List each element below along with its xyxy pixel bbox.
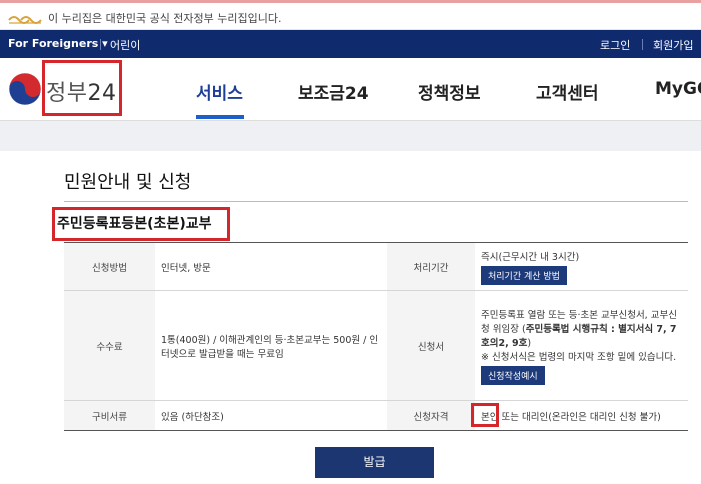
active-tab-indicator (196, 115, 244, 119)
docs-value: 있음 (하단참조) (155, 400, 387, 431)
for-foreigners-dropdown[interactable]: For Foreigners ▾ (8, 37, 108, 50)
nav-subsidy24[interactable]: 보조금24 (298, 79, 369, 104)
period-label: 처리기간 (387, 242, 475, 291)
taegeuk-emblem-icon (8, 72, 42, 110)
form-example-button[interactable]: 신청작성예시 (481, 365, 545, 385)
gov-notice-text: 이 누리집은 대한민국 공식 전자정부 누리집입니다. (48, 12, 282, 25)
login-link[interactable]: 로그인 (600, 37, 630, 53)
gov-notice-bar: 이 누리집은 대한민국 공식 전자정부 누리집입니다. (0, 0, 701, 30)
period-value: 즉시(근무시간 내 3시간) (481, 251, 580, 263)
method-label: 신청방법 (64, 242, 155, 291)
method-value: 인터넷, 방문 (155, 242, 387, 291)
nav-services[interactable]: 서비스 (196, 79, 243, 104)
period-calc-button[interactable]: 처리기간 계산 방법 (481, 265, 567, 285)
form-note: ※ 신청서식은 법령의 마지막 조항 밑에 있습니다. (481, 351, 677, 363)
form-description: 주민등록표 열람 또는 등·초본 교부신청서, 교부신청 위임장 (주민등록법 … (481, 309, 677, 349)
highlight-box-logo (42, 60, 122, 116)
utility-bar: For Foreigners ▾ 어린이 로그인 회원가입 (0, 30, 701, 58)
page-title: 민원안내 및 신청 (64, 172, 192, 193)
sub-header-strip (0, 121, 701, 151)
nav-customer-center[interactable]: 고객센터 (536, 79, 599, 104)
fee-value: 1통(400원) / 이해관계인의 등·초본교부는 500원 / 인터넷으로 발… (155, 290, 387, 401)
divider (642, 39, 643, 50)
service-info-table: 신청방법 인터넷, 방문 처리기간 즉시(근무시간 내 3시간) 처리기간 계산… (64, 242, 688, 431)
gov-symbol-icon (8, 11, 42, 30)
qualification-value: 본인 또는 대리인(온라인은 대리인 신청 불가) (475, 400, 688, 431)
nav-mygov[interactable]: MyGO (655, 79, 701, 99)
issue-button[interactable]: 발급 (315, 447, 434, 478)
docs-label: 구비서류 (64, 400, 155, 431)
form-label: 신청서 (387, 290, 475, 401)
fee-label: 수수료 (64, 290, 155, 401)
qualification-label: 신청자격 (387, 400, 475, 431)
divider (100, 39, 101, 50)
kids-link[interactable]: 어린이 (110, 37, 140, 53)
period-cell: 즉시(근무시간 내 3시간) 처리기간 계산 방법 (475, 242, 688, 291)
highlight-box-service-title (52, 207, 230, 241)
nav-policy-info[interactable]: 정책정보 (418, 79, 481, 104)
title-divider (64, 201, 688, 202)
caret-down-icon: ▾ (102, 37, 108, 50)
join-link[interactable]: 회원가입 (653, 37, 693, 53)
form-cell: 주민등록표 열람 또는 등·초본 교부신청서, 교부신청 위임장 (주민등록법 … (475, 290, 688, 401)
highlight-box-self (471, 403, 499, 427)
